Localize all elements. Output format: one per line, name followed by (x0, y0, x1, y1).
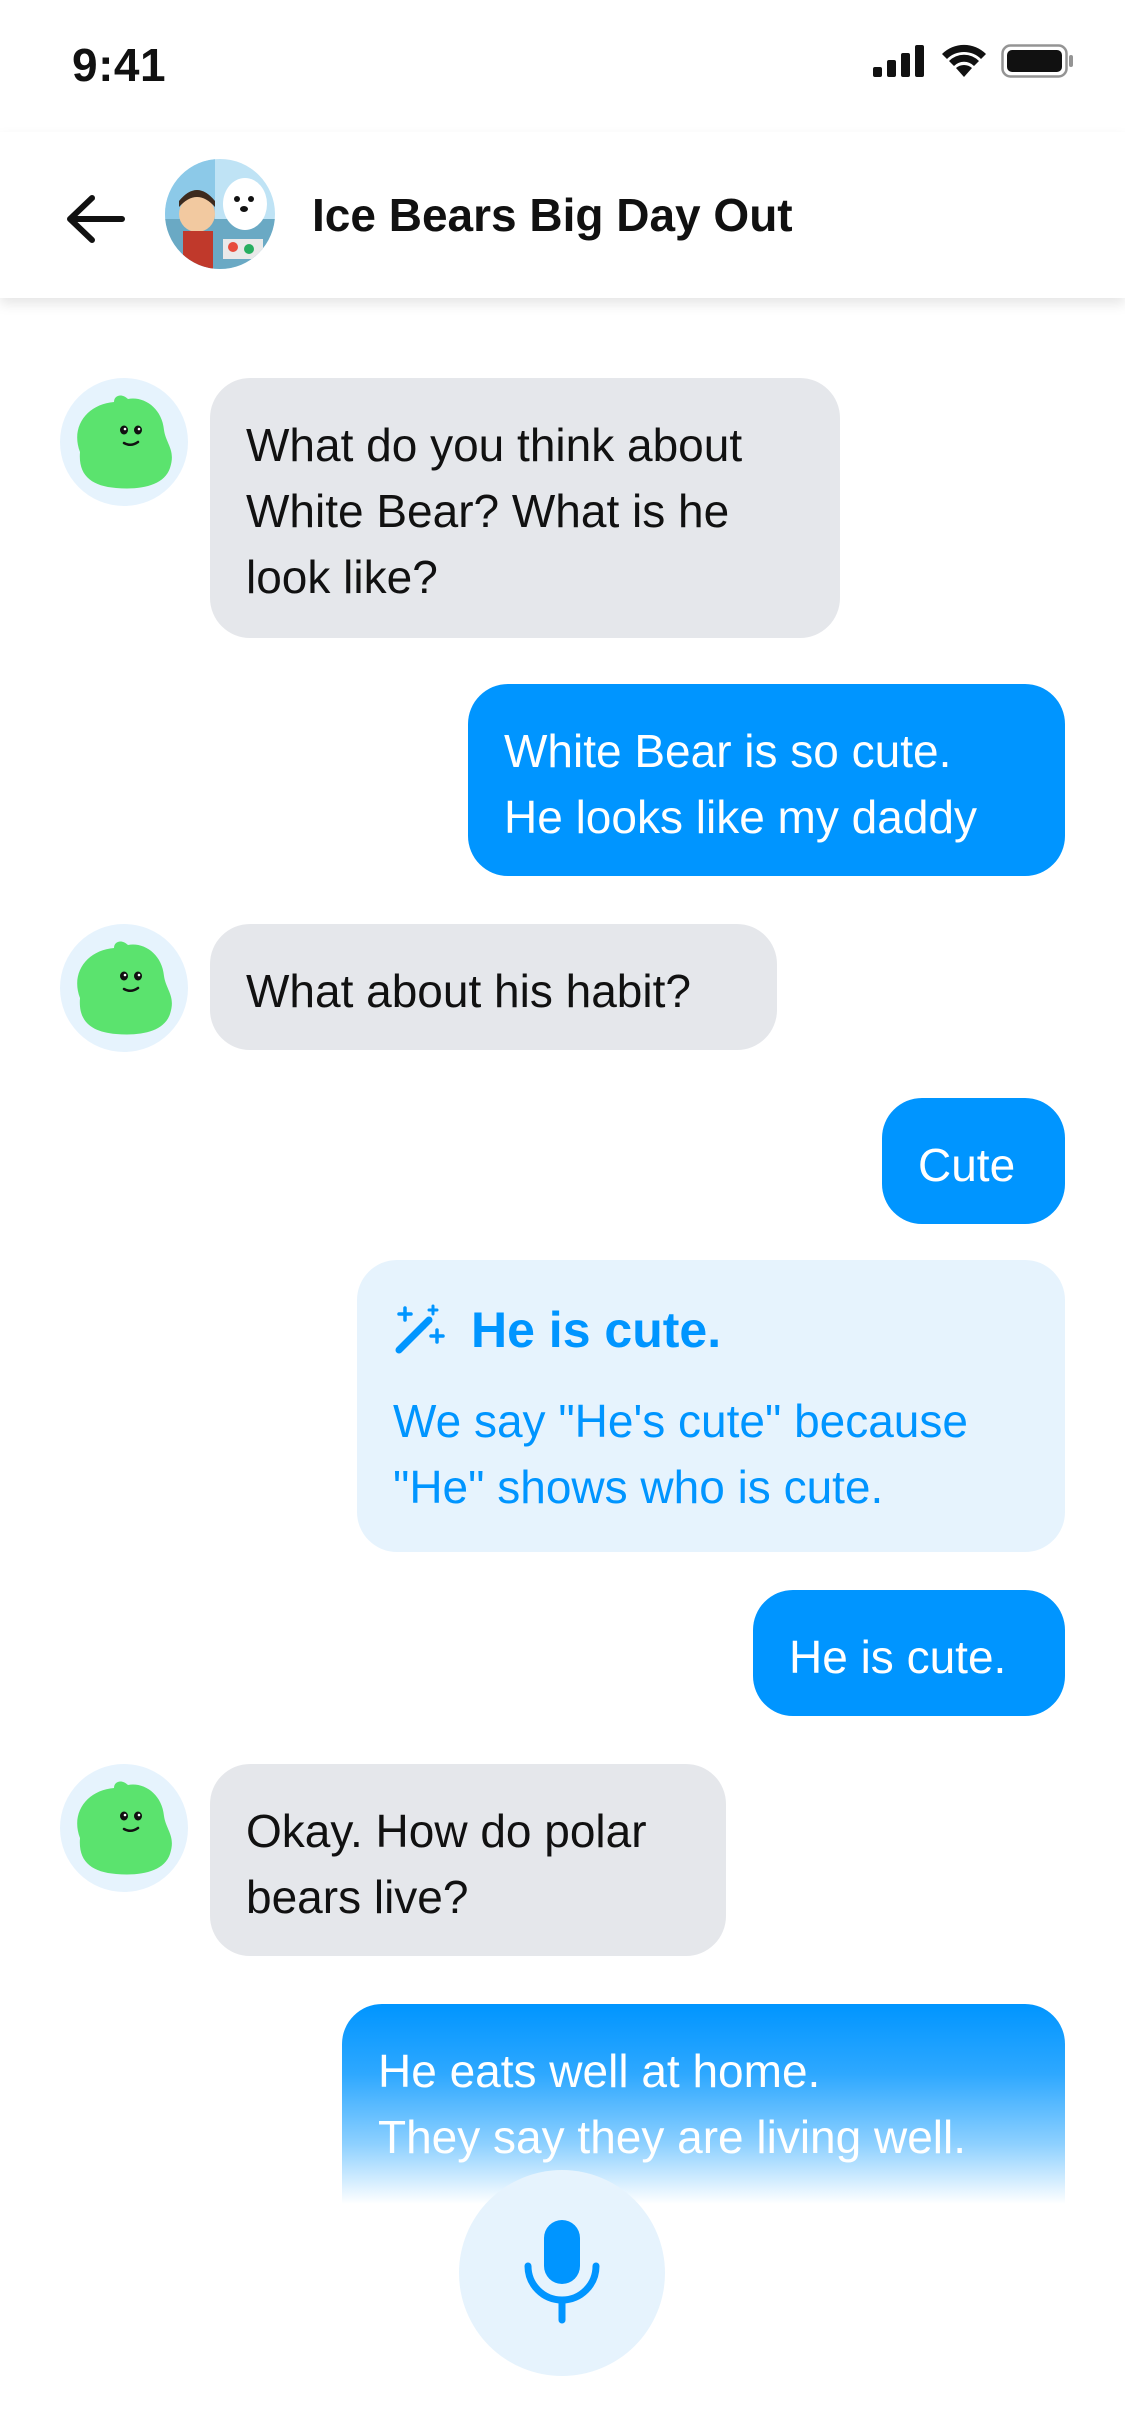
message-line: look like? (246, 551, 438, 603)
arrow-left-icon (67, 195, 125, 243)
message-line: He is cute. (789, 1631, 1007, 1683)
status-icons (873, 44, 1075, 78)
bot-avatar (60, 924, 188, 1052)
microphone-icon (524, 2220, 600, 2324)
user-message: Cute (882, 1098, 1065, 1224)
bot-avatar (60, 378, 188, 506)
signal-icon (873, 45, 924, 77)
back-button[interactable] (60, 184, 130, 254)
chat-area[interactable]: What do you think about White Bear? What… (0, 298, 1125, 2436)
bot-message: What do you think about White Bear? What… (210, 378, 840, 638)
message-line: Cute (918, 1139, 1016, 1191)
green-blob-character-icon (77, 1781, 172, 1875)
chat-avatar[interactable] (165, 159, 275, 269)
bot-message: Okay. How do polar bears live? (210, 1764, 726, 1956)
battery-icon (1001, 44, 1073, 78)
wifi-icon (942, 44, 986, 77)
message-line: He eats well at home. (378, 2045, 821, 2097)
chat-title: Ice Bears Big Day Out (312, 189, 793, 241)
message-line: They say they are living well. (378, 2111, 967, 2163)
transcribing-message: He eats well at home. They say they are … (342, 2004, 1065, 2204)
message-line: Okay. How do polar (246, 1805, 647, 1857)
correction-explanation-line: We say "He's cute" because (393, 1395, 968, 1447)
bot-avatar (60, 1764, 188, 1892)
message-line: White Bear? What is he (246, 485, 730, 537)
correction-heading: He is cute. (471, 1302, 722, 1358)
status-bar: 9:41 (0, 0, 1125, 132)
correction-title: He is cute. (393, 1300, 1029, 1360)
user-message: He is cute. (753, 1590, 1065, 1716)
status-time: 9:41 (72, 39, 167, 91)
message-line: What do you think about (246, 419, 743, 471)
bot-message: What about his habit? (210, 924, 777, 1050)
green-blob-character-icon (77, 941, 172, 1035)
correction-card: He is cute. We say "He's cute" because "… (357, 1260, 1065, 1552)
message-line: bears live? (246, 1871, 469, 1923)
mic-button[interactable] (459, 2170, 665, 2376)
user-message: White Bear is so cute. He looks like my … (468, 684, 1065, 876)
correction-explanation-line: "He" shows who is cute. (393, 1461, 884, 1513)
magic-wand-icon (395, 1304, 445, 1354)
green-blob-character-icon (77, 395, 172, 489)
message-line: He looks like my daddy (504, 791, 977, 843)
message-line: What about his habit? (246, 965, 691, 1017)
message-line: White Bear is so cute. (504, 725, 952, 777)
chat-header: Ice Bears Big Day Out (0, 132, 1125, 298)
episode-thumbnail-image (165, 159, 275, 269)
